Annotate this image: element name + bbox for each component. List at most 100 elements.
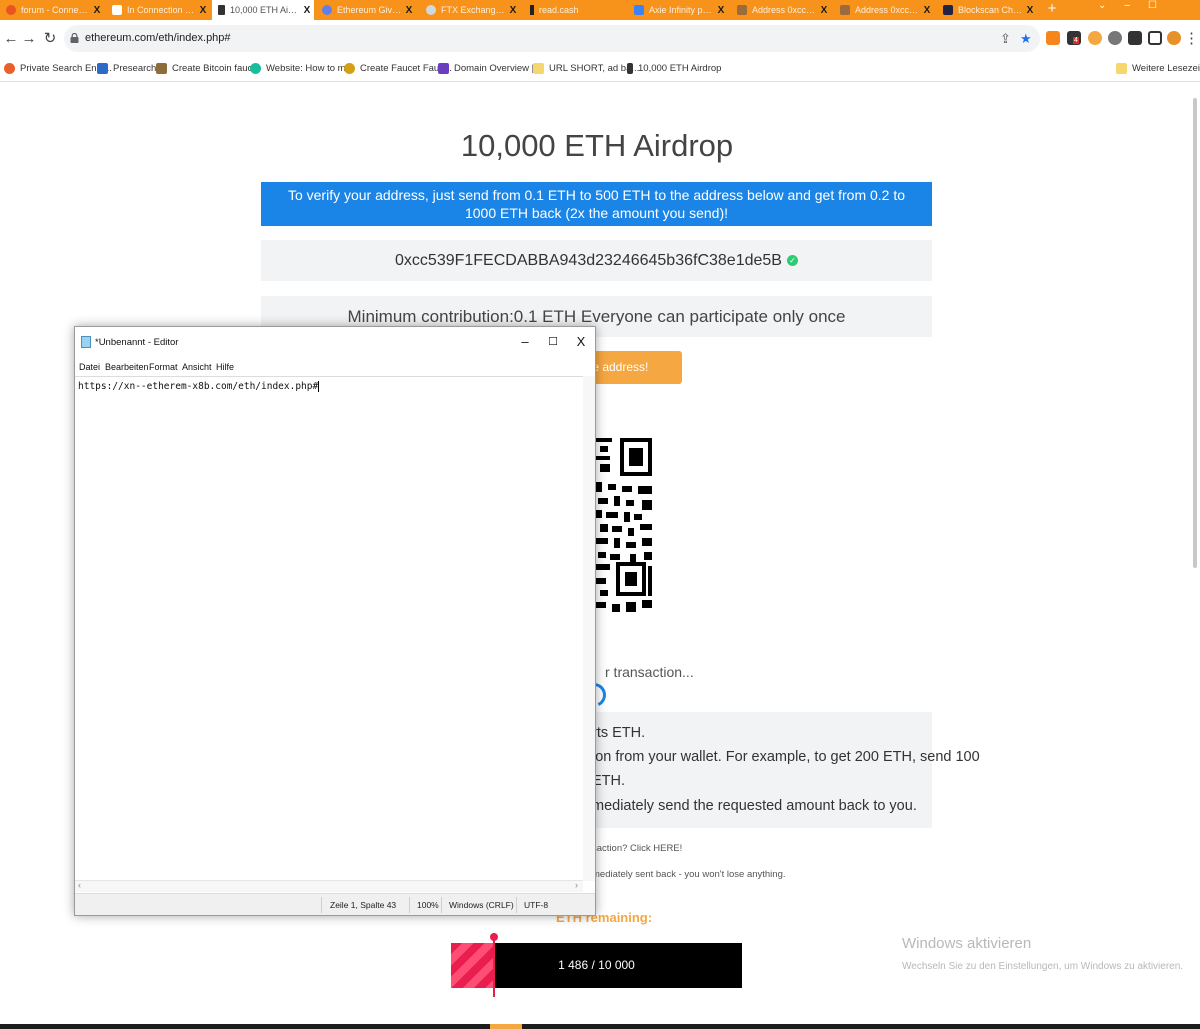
bookmark-favicon-icon [438,63,449,74]
reload-icon[interactable]: ↻ [40,29,60,49]
line-endings: Windows (CRLF) [449,900,514,910]
tab-favicon-icon [634,5,644,15]
bookmark-item[interactable]: Create Faucet Fauc... [344,63,452,74]
tab-close-icon[interactable]: X [196,5,210,16]
tab-label: Axie Infinity price [649,5,714,15]
scroll-right-icon[interactable]: › [575,880,578,890]
bookmark-item[interactable]: Domain Overview |... [438,63,542,74]
tab-favicon-icon [112,5,122,15]
status-divider [516,897,517,913]
bookmark-label: Create Bitcoin fauc... [172,63,261,74]
tab-close-icon[interactable]: X [1023,5,1037,16]
browser-tab[interactable]: In Connection with X [106,0,210,20]
maximize-button[interactable]: ☐ [539,333,567,351]
minimize-button[interactable]: – [511,333,539,351]
ethereum-favicon-icon [627,63,633,74]
extension-icon[interactable]: 4 [1067,31,1081,45]
tab-close-icon[interactable]: X [920,5,934,16]
tab-label: In Connection with [127,5,196,15]
puzzle-icon[interactable] [1128,31,1142,45]
notepad-window[interactable]: *Unbenannt - Editor – ☐ X Datei Bearbeit… [74,326,596,916]
bookmark-item[interactable]: Private Search Engi... [4,63,112,74]
tab-favicon-icon [737,5,747,15]
menu-ansicht[interactable]: Ansicht [182,362,212,372]
address-bar[interactable]: ethereum.com/eth/index.php# ⇪ ★ [64,25,1040,52]
menu-bearbeiten[interactable]: Bearbeiten [105,362,149,372]
bookmark-item[interactable]: 10,000 ETH Airdrop [627,63,721,74]
tab-close-icon[interactable]: X [90,5,104,16]
tab-favicon-icon [840,5,850,15]
status-divider [409,897,410,913]
browser-tab[interactable]: Axie Infinity price X [628,0,728,20]
browser-tab[interactable]: forum - Connection X [0,0,104,20]
menu-kebab-icon[interactable]: ⋮ [1184,29,1199,49]
eth-progress-bar: 1 486 / 10 000 [451,933,742,997]
browser-tab[interactable]: Ethereum Giveaway X [316,0,416,20]
page-scrollbar[interactable] [1193,98,1197,568]
tab-close-icon[interactable]: X [402,5,416,16]
bookmark-item[interactable]: Create Bitcoin fauc... [156,63,260,74]
windows-taskbar [0,1024,1200,1029]
bookmark-favicon-icon [250,63,261,74]
notepad-app-icon [81,336,91,348]
notepad-content: https://xn--etherem-x8b.com/eth/index.ph… [78,381,319,392]
metamask-extension-icon[interactable] [1046,31,1060,45]
bookmark-item[interactable]: Presearch [97,63,156,74]
browser-tab[interactable]: read.cash [524,0,624,20]
browser-tab[interactable]: FTX Exchange Chi X [420,0,520,20]
new-tab-button[interactable]: + [1042,0,1062,20]
browser-tab[interactable]: Address 0xcc539 X [834,0,934,20]
tab-label: FTX Exchange Chi [441,5,506,15]
bookmark-favicon-icon [4,63,15,74]
browser-tab[interactable]: Blockscan Chat - W X [937,0,1037,20]
coin-extension-icon[interactable] [1088,31,1102,45]
other-bookmarks-label: Weitere Lesezeichen [1132,63,1200,74]
share-icon[interactable]: ⇪ [1000,31,1011,47]
notepad-titlebar[interactable]: *Unbenannt - Editor – ☐ X [75,327,595,357]
bookmark-label: Website: How to m... [266,63,354,74]
browser-tab[interactable]: Address 0xcc539 X [731,0,831,20]
tab-favicon-icon [943,5,953,15]
close-button[interactable]: X [567,333,595,351]
tab-favicon-icon [322,5,332,15]
menu-datei[interactable]: Datei [79,362,100,372]
menu-format[interactable]: Format [149,362,178,372]
side-panel-icon[interactable] [1148,31,1162,45]
tab-close-icon[interactable]: X [817,5,831,16]
window-controls[interactable]: ⌄–☐ [1098,0,1175,11]
taskbar-active-app[interactable] [490,1024,522,1029]
avatar[interactable] [1167,31,1181,45]
bookmarks-bar: Private Search Engi... Presearch Create … [0,58,1200,82]
tab-label: read.cash [539,5,579,15]
forward-arrow-icon[interactable]: → [19,29,39,49]
other-bookmarks[interactable]: Weitere Lesezeichen [1116,63,1200,74]
back-arrow-icon[interactable]: ← [1,29,21,49]
progress-text: 1 486 / 10 000 [558,958,635,972]
notepad-statusbar: Zeile 1, Spalte 43 100% Windows (CRLF) U… [75,893,595,915]
scroll-left-icon[interactable]: ‹ [78,880,81,890]
notepad-vertical-scrollbar[interactable] [583,376,595,881]
verified-check-icon: ✓ [786,255,798,267]
waiting-label: r transaction... [605,664,694,680]
tab-close-icon[interactable]: X [300,5,314,16]
encoding: UTF-8 [524,900,549,910]
bookmark-item[interactable]: URL SHORT, ad ba... [533,63,639,74]
notepad-menubar: Datei Bearbeiten Format Ansicht Hilfe [75,359,595,375]
bookmark-star-icon[interactable]: ★ [1020,31,1032,47]
wallet-address: 0xcc539F1FECDABBA943d23246645b36fC38e1de… [395,252,782,269]
tab-favicon-icon [426,5,436,15]
shield-extension-icon[interactable] [1108,31,1122,45]
instruction-step: rts ETH. [592,725,646,741]
tab-close-icon[interactable]: X [506,5,520,16]
bookmark-label: Presearch [113,63,157,74]
menu-hilfe[interactable]: Hilfe [216,362,234,372]
refund-note: mediately sent back - you won't lose any… [592,869,786,880]
notepad-text-area[interactable]: https://xn--etherem-x8b.com/eth/index.ph… [75,376,595,881]
browser-tab-active[interactable]: 10,000 ETH Airdrop X [212,0,314,20]
click-here-link[interactable]: saction? Click HERE! [592,843,682,854]
windows-activation-title: Windows aktivieren [902,935,1032,952]
wallet-address-box[interactable]: 0xcc539F1FECDABBA943d23246645b36fC38e1de… [261,240,932,281]
bookmark-item[interactable]: Website: How to m... [250,63,353,74]
notepad-horizontal-scrollbar[interactable]: ‹ › [75,880,583,892]
tab-close-icon[interactable]: X [714,5,728,16]
